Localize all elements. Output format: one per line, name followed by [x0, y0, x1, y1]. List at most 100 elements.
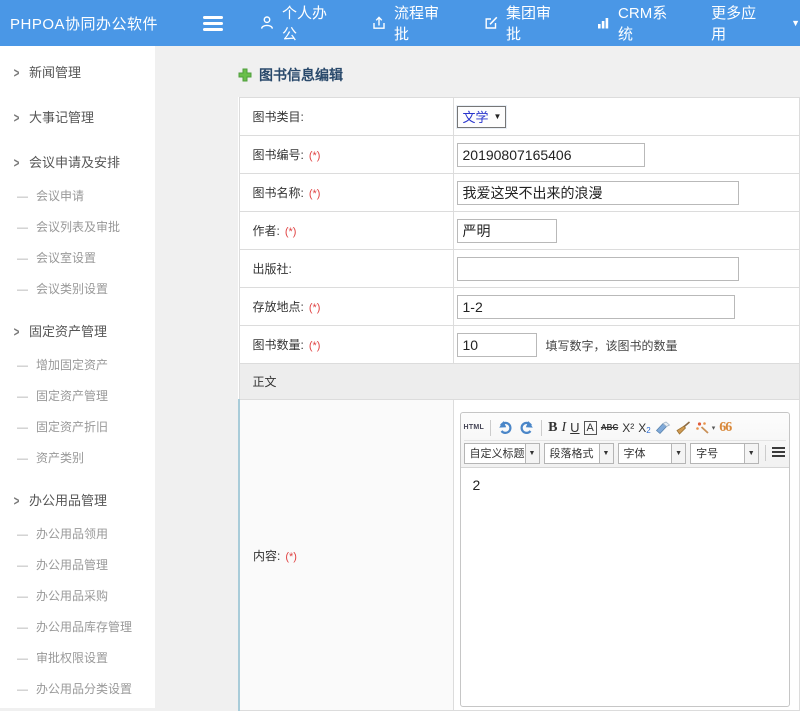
italic-button[interactable]: I	[561, 420, 566, 436]
caret-down-icon: ▼	[744, 444, 758, 463]
superscript-button[interactable]: X²	[622, 421, 634, 435]
sidebar-item-meeting-category[interactable]: —会议类别设置	[0, 273, 155, 304]
upload-box-icon	[371, 15, 387, 31]
app-logo: PHPOA协同办公软件	[0, 13, 203, 34]
field-label: 出版社:	[253, 262, 292, 276]
undo-button[interactable]	[497, 420, 514, 435]
sidebar-item-meeting-room[interactable]: —会议室设置	[0, 242, 155, 273]
justify-align-icon[interactable]	[772, 447, 786, 459]
nav-group-approval[interactable]: 集团审批	[483, 2, 565, 44]
sidebar-item-asset-mgmt[interactable]: >固定资产管理	[0, 311, 155, 349]
font-family-dropdown[interactable]: 字体▼	[618, 443, 687, 464]
book-code-input[interactable]	[457, 143, 645, 167]
hamburger-menu-icon[interactable]	[203, 13, 223, 34]
rich-text-editor: HTML B I U A ABC X² X2	[460, 412, 790, 707]
publisher-input[interactable]	[457, 257, 739, 281]
field-label: 存放地点:	[253, 300, 304, 314]
eraser-icon[interactable]	[655, 421, 671, 435]
quantity-input[interactable]	[457, 333, 537, 357]
nav-label: 更多应用	[711, 2, 770, 44]
format-brush-icon[interactable]	[675, 421, 691, 435]
sidebar-item-asset-manage[interactable]: —固定资产管理	[0, 380, 155, 411]
chevron-right-icon: >	[14, 324, 20, 340]
dash-icon: —	[17, 560, 28, 572]
nav-crm-system[interactable]: CRM系统	[595, 2, 681, 44]
custom-title-dropdown[interactable]: 自定义标题▼	[464, 443, 540, 464]
strikethrough-button[interactable]: ABC	[601, 423, 618, 432]
sidebar-item-supplies-purchase[interactable]: —办公用品采购	[0, 580, 155, 611]
sidebar-item-supplies-mgmt[interactable]: >办公用品管理	[0, 480, 155, 518]
sidebar-item-supplies-inventory[interactable]: —办公用品库存管理	[0, 611, 155, 642]
caret-down-icon: ▼	[494, 112, 502, 121]
chevron-right-icon: >	[14, 110, 20, 126]
page-title: 图书信息编辑	[238, 65, 800, 85]
caret-down-icon: ▼	[671, 444, 685, 463]
sidebar-item-supplies-category[interactable]: —办公用品分类设置	[0, 673, 155, 704]
nav-workflow-approval[interactable]: 流程审批	[371, 2, 453, 44]
dash-icon: —	[17, 222, 28, 234]
dash-icon: —	[17, 653, 28, 665]
book-edit-form: 图书类目: 文学 ▼ 图书编号:(*) 图书名称:(*) 作者:(*) 出版社:	[238, 97, 800, 711]
quantity-hint: 填写数字，该图书的数量	[546, 339, 678, 353]
chevron-right-icon: >	[14, 155, 20, 171]
redo-button[interactable]	[518, 420, 535, 435]
magic-format-icon[interactable]: ▾	[695, 421, 716, 435]
blockquote-button[interactable]: 66	[719, 420, 731, 436]
html-source-button[interactable]: HTML	[464, 424, 485, 431]
editor-toolbar: HTML B I U A ABC X² X2	[461, 413, 789, 468]
sidebar-item-supplies-manage[interactable]: —办公用品管理	[0, 549, 155, 580]
top-nav: 个人办公 流程审批 集团审批 CRM系统 更多应用 ▼	[259, 2, 800, 44]
chevron-right-icon: >	[14, 493, 20, 509]
main-content: 图书信息编辑 图书类目: 文学 ▼ 图书编号:(*) 图书名称:(*) 作者:(…	[155, 46, 800, 708]
form-row-book-name: 图书名称:(*)	[239, 174, 800, 212]
dash-icon: —	[17, 191, 28, 203]
sidebar-item-asset-depreciation[interactable]: —固定资产折旧	[0, 411, 155, 442]
book-name-input[interactable]	[457, 181, 739, 205]
editor-content-area[interactable]: 2	[461, 468, 789, 706]
field-label: 内容:	[253, 549, 280, 563]
font-color-button[interactable]: A	[584, 421, 597, 435]
body-section-header: 正文	[239, 364, 800, 400]
nav-label: 集团审批	[506, 2, 565, 44]
user-icon	[259, 15, 275, 31]
dash-icon: —	[17, 253, 28, 265]
sidebar-item-asset-category[interactable]: —资产类别	[0, 442, 155, 473]
form-row-content: 内容:(*) HTML B I U A	[239, 400, 800, 711]
author-input[interactable]	[457, 219, 557, 243]
nav-label: CRM系统	[618, 2, 681, 44]
chevron-right-icon: >	[14, 65, 20, 81]
nav-more-apps[interactable]: 更多应用 ▼	[711, 2, 800, 44]
dash-icon: —	[17, 391, 28, 403]
dash-icon: —	[17, 684, 28, 696]
caret-down-icon: ▾	[712, 424, 716, 432]
sidebar-item-meeting-mgmt[interactable]: >会议申请及安排	[0, 142, 155, 180]
location-input[interactable]	[457, 295, 735, 319]
sidebar-item-events-mgmt[interactable]: >大事记管理	[0, 97, 155, 135]
sidebar-item-meeting-list[interactable]: —会议列表及审批	[0, 211, 155, 242]
nav-personal-office[interactable]: 个人办公	[259, 2, 341, 44]
dash-icon: —	[17, 453, 28, 465]
top-header: PHPOA协同办公软件 个人办公 流程审批 集团审批 CRM系统 更多应用 ▼	[0, 0, 800, 46]
paragraph-format-dropdown[interactable]: 段落格式▼	[544, 443, 614, 464]
nav-label: 个人办公	[282, 2, 341, 44]
sidebar-item-asset-add[interactable]: —增加固定资产	[0, 349, 155, 380]
form-row-quantity: 图书数量:(*) 填写数字，该图书的数量	[239, 326, 800, 364]
plus-icon	[238, 68, 252, 82]
underline-button[interactable]: U	[570, 420, 579, 435]
bold-button[interactable]: B	[548, 420, 557, 436]
sidebar-menu: >新闻管理 >大事记管理 >会议申请及安排 —会议申请 —会议列表及审批 —会议…	[0, 46, 155, 708]
font-size-dropdown[interactable]: 字号▼	[690, 443, 759, 464]
nav-label: 流程审批	[394, 2, 453, 44]
category-select[interactable]: 文学 ▼	[457, 106, 507, 128]
sidebar-item-approval-permission[interactable]: —审批权限设置	[0, 642, 155, 673]
dash-icon: —	[17, 284, 28, 296]
edit-square-icon	[483, 15, 499, 31]
sidebar-item-meeting-apply[interactable]: —会议申请	[0, 180, 155, 211]
subscript-button[interactable]: X2	[638, 421, 650, 435]
form-row-location: 存放地点:(*)	[239, 288, 800, 326]
field-label: 图书编号:	[253, 148, 304, 162]
field-label: 图书数量:	[253, 338, 304, 352]
field-label: 图书名称:	[253, 186, 304, 200]
sidebar-item-supplies-claim[interactable]: —办公用品领用	[0, 518, 155, 549]
sidebar-item-news-mgmt[interactable]: >新闻管理	[0, 52, 155, 90]
